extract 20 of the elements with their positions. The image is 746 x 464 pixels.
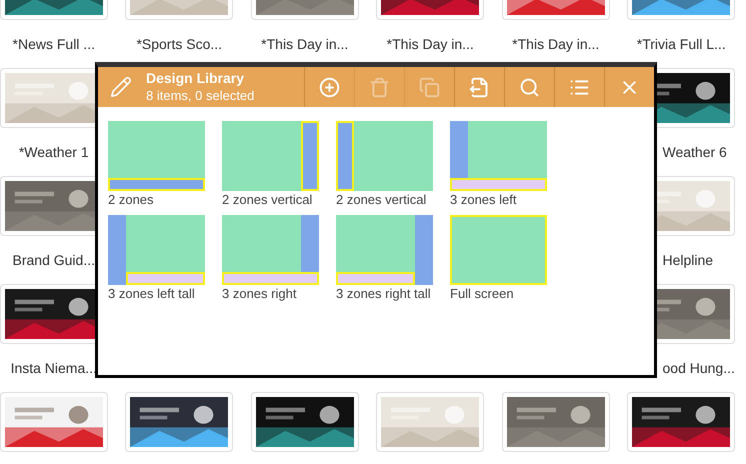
thumbnail-label: *News Full ... xyxy=(12,35,95,54)
copy-icon xyxy=(419,76,440,98)
dialog-title: Design Library xyxy=(146,70,246,87)
thumbnail-label: *Trivia Full L... xyxy=(636,35,726,54)
thumbnail-label: *Sports Sco... xyxy=(136,35,222,54)
trash-icon xyxy=(369,76,390,98)
pencil-icon xyxy=(110,76,132,98)
thumbnail-label: *This Day in... xyxy=(512,35,600,54)
thumbnail-label: *This Day in... xyxy=(261,35,348,54)
thumbnail-label: *This Day in... xyxy=(386,35,474,54)
plus-circle-icon xyxy=(319,76,340,98)
search-icon xyxy=(519,76,540,98)
selection-count: 8 items, 0 selected xyxy=(146,87,254,104)
thumbnail-label: Insta Niema... xyxy=(10,359,97,378)
thumbnail-label: Brand Guid... xyxy=(12,251,95,270)
file-arrow-icon xyxy=(469,76,490,98)
thumbnail-label: Helpline xyxy=(662,251,714,270)
thumbnail-label: Weather 6 xyxy=(662,143,727,162)
thumbnail-label: ood Hung... xyxy=(662,359,735,378)
thumbnail-label: *Weather 1 xyxy=(18,143,89,162)
